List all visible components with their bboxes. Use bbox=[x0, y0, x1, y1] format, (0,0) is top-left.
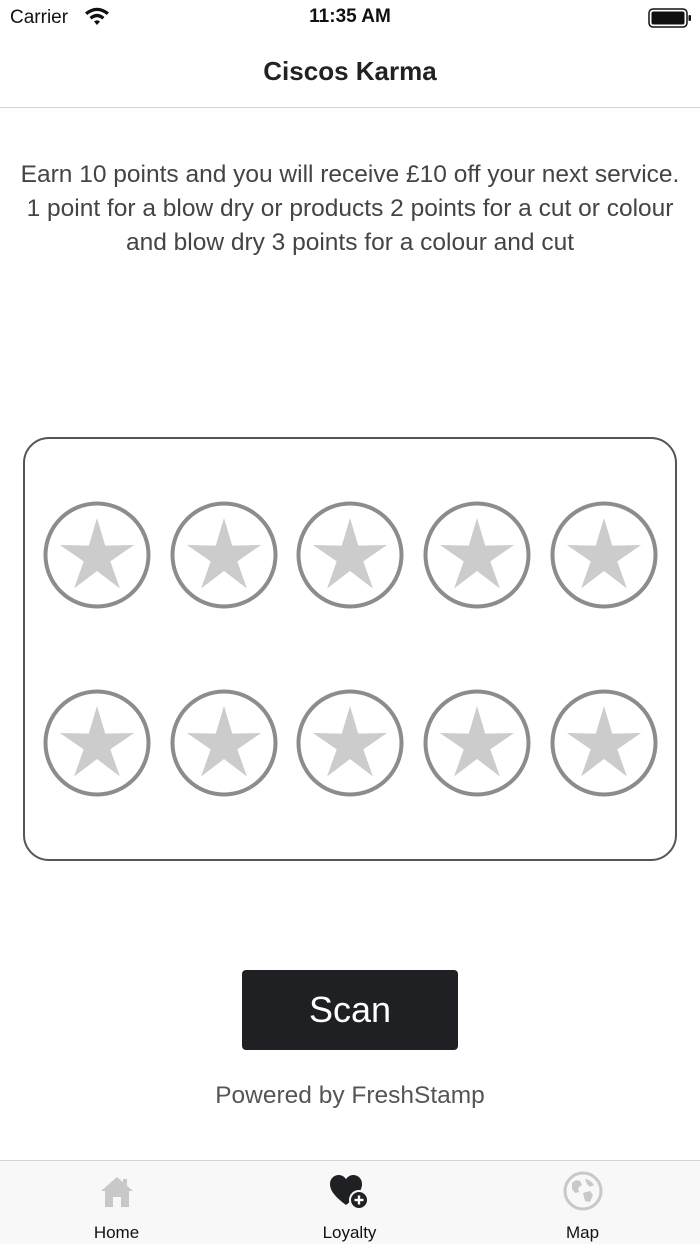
status-bar: Carrier 11:35 AM bbox=[0, 0, 700, 36]
tab-map-label: Map bbox=[565, 1223, 600, 1242]
tab-loyalty[interactable]: Loyalty bbox=[233, 1161, 466, 1245]
stamp-slot bbox=[43, 689, 151, 797]
tab-home[interactable]: Home bbox=[0, 1161, 233, 1245]
stamp-slot bbox=[423, 689, 531, 797]
description-line-2: 1 point for a blow dry or products 2 poi… bbox=[26, 195, 674, 256]
stamp-slot bbox=[170, 689, 278, 797]
globe-icon bbox=[563, 1171, 602, 1211]
scan-button[interactable]: Scan bbox=[242, 970, 458, 1050]
tab-loyalty-label: Loyalty bbox=[322, 1223, 377, 1242]
stamp-card bbox=[23, 437, 677, 861]
stamp-slot bbox=[296, 501, 404, 609]
stamp-slot bbox=[423, 501, 531, 609]
page-title: Ciscos Karma bbox=[263, 56, 437, 86]
stamp-slot bbox=[550, 501, 658, 609]
heart-plus-icon bbox=[329, 1175, 369, 1210]
tab-map[interactable]: Map bbox=[466, 1161, 699, 1245]
stamp-slot bbox=[550, 689, 658, 797]
tab-bar: Home Loyalty Map bbox=[0, 1160, 700, 1244]
loyalty-description: Earn 10 points and you will receive £10 … bbox=[20, 158, 680, 260]
powered-by-label: Powered by FreshStamp bbox=[215, 1082, 485, 1109]
tab-home-label: Home bbox=[93, 1223, 140, 1242]
stamp-slot bbox=[296, 689, 404, 797]
navigation-bar: Ciscos Karma bbox=[0, 36, 700, 108]
description-line-1: Earn 10 points and you will receive £10 … bbox=[20, 161, 680, 188]
status-time: 11:35 AM bbox=[309, 6, 391, 27]
home-icon bbox=[100, 1177, 133, 1207]
stamp-slot bbox=[43, 501, 151, 609]
stamp-slot bbox=[170, 501, 278, 609]
battery-icon bbox=[648, 8, 691, 28]
